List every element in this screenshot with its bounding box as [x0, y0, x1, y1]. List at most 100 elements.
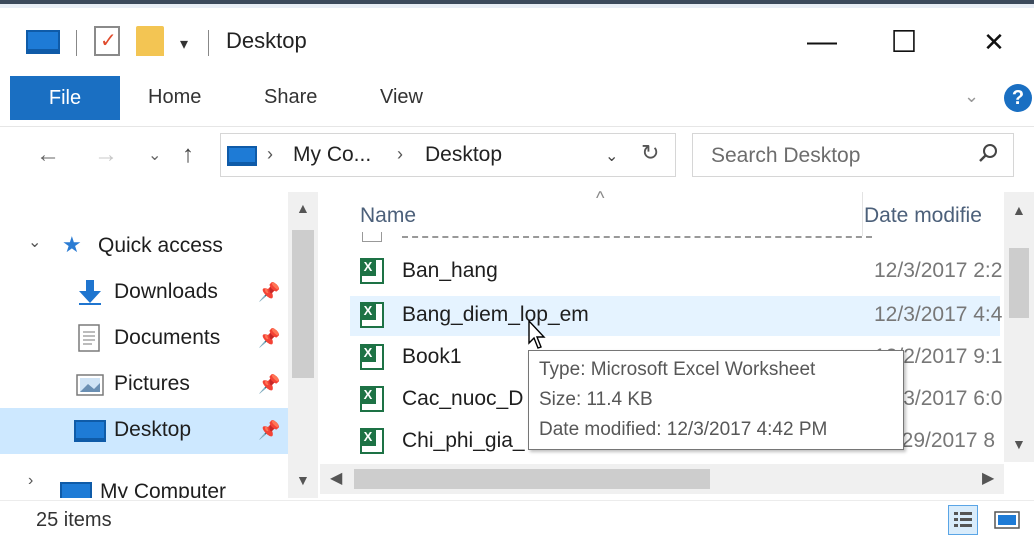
excel-icon [360, 428, 384, 454]
breadcrumb-separator[interactable]: › [397, 144, 403, 165]
nav-item-label: Desktop [114, 418, 192, 441]
scroll-right-arrow-icon[interactable]: ▶ [982, 468, 994, 488]
expand-ribbon-icon[interactable]: ⌄ [964, 86, 979, 107]
nav-item-quick-access[interactable]: ⌄ ★ Quick access [0, 224, 288, 270]
pin-icon[interactable]: 📌 [258, 420, 280, 441]
mouse-cursor-icon [528, 319, 548, 355]
address-dropdown-icon[interactable]: ⌄ [605, 146, 618, 166]
column-headers: ^ Name Date modifie [320, 188, 1034, 236]
breadcrumb-separator[interactable]: › [267, 144, 273, 165]
search-placeholder: Search Desktop [711, 144, 861, 167]
computer-icon [227, 146, 257, 166]
close-button[interactable]: ✕ [964, 22, 1024, 62]
tooltip-date: Date modified: 12/3/2017 4:42 PM [539, 419, 828, 440]
nav-item-pictures[interactable]: Pictures 📌 [0, 362, 288, 408]
tab-file[interactable]: File [10, 76, 120, 120]
navigation-pane: ⌄ ★ Quick access Downloads 📌 Documents 📌… [0, 192, 320, 498]
breadcrumb-my-computer[interactable]: My Co... [293, 143, 371, 167]
help-icon[interactable]: ? [1004, 84, 1032, 112]
scrollbar-thumb[interactable] [292, 230, 314, 378]
address-bar[interactable]: › My Co... › Desktop ⌄ ↻ [220, 133, 676, 177]
excel-icon [360, 258, 384, 284]
file-name: Book1 [402, 345, 462, 368]
table-row[interactable]: Bang_diem_lop_em 12/3/2017 4:4 [350, 296, 1002, 336]
table-row[interactable]: Ban_hang 12/3/2017 2:2 [350, 252, 1002, 292]
new-folder-icon[interactable] [136, 26, 164, 56]
nav-item-my-computer[interactable]: › My Computer [0, 468, 288, 498]
column-header-date[interactable]: Date modifie [864, 204, 982, 228]
toolbar-separator [76, 30, 77, 56]
chevron-down-icon[interactable]: ⌄ [28, 232, 41, 252]
nav-item-label: Quick access [98, 234, 223, 257]
nav-item-desktop[interactable]: Desktop 📌 [0, 408, 288, 454]
scroll-down-arrow-icon[interactable]: ▼ [1012, 436, 1026, 452]
column-header-name[interactable]: Name [360, 204, 416, 228]
scroll-up-arrow-icon[interactable]: ▲ [1012, 202, 1026, 218]
computer-icon[interactable] [26, 30, 60, 54]
toolbar-separator [208, 30, 209, 56]
refresh-icon[interactable]: ↻ [641, 140, 659, 166]
excel-icon [360, 386, 384, 412]
file-date: 12/3/2017 4:4 [874, 303, 1003, 326]
pin-icon[interactable]: 📌 [258, 328, 280, 349]
properties-icon[interactable] [94, 26, 120, 56]
nav-item-documents[interactable]: Documents 📌 [0, 316, 288, 362]
file-list-vertical-scrollbar[interactable]: ▲ ▼ [1004, 192, 1034, 462]
large-icons-view-icon[interactable] [992, 505, 1022, 535]
customize-toolbar-dropdown[interactable]: ▾ [180, 34, 188, 54]
nav-item-label: Pictures [114, 372, 190, 395]
status-bar: 25 items [0, 500, 1034, 538]
file-info-tooltip: Type: Microsoft Excel Worksheet Size: 11… [528, 350, 904, 450]
star-icon: ★ [62, 232, 82, 257]
file-list-horizontal-scrollbar[interactable]: ◀ ▶ [320, 464, 1004, 494]
pin-icon[interactable]: 📌 [258, 282, 280, 303]
scroll-down-arrow-icon[interactable]: ▼ [296, 472, 310, 488]
tooltip-type: Type: Microsoft Excel Worksheet [539, 359, 816, 380]
maximize-button[interactable]: ☐ [874, 22, 934, 62]
excel-icon [360, 302, 384, 328]
file-icon [362, 232, 382, 242]
search-input[interactable]: Search Desktop [692, 133, 1014, 177]
pin-icon[interactable]: 📌 [258, 374, 280, 395]
nav-item-downloads[interactable]: Downloads 📌 [0, 270, 288, 316]
window-top-edge [0, 0, 1034, 8]
details-view-icon[interactable] [948, 505, 978, 535]
document-icon [78, 324, 100, 357]
file-name: Bang_diem_lop_em [402, 303, 589, 326]
navigation-bar: ← → ⌄ ↑ › My Co... › Desktop ⌄ ↻ Search … [0, 126, 1034, 182]
window-title: Desktop [226, 28, 307, 53]
scroll-left-arrow-icon[interactable]: ◀ [330, 468, 342, 488]
nav-item-label: My Computer [100, 480, 227, 498]
minimize-button[interactable]: — [792, 22, 852, 62]
nav-item-label: Documents [114, 326, 221, 349]
file-list: ^ Name Date modifie Ban_hang 12/3/2017 2… [320, 188, 1034, 498]
chevron-right-icon[interactable]: › [28, 472, 33, 490]
file-name: Ban_hang [402, 259, 498, 282]
tab-home[interactable]: Home [148, 86, 201, 109]
item-count: 25 items [36, 509, 112, 531]
tab-view[interactable]: View [380, 86, 423, 109]
file-name-clipped [402, 236, 872, 238]
sort-ascending-icon: ^ [596, 188, 605, 208]
recent-locations-button[interactable]: ⌄ [148, 145, 161, 165]
up-button[interactable]: ↑ [182, 141, 194, 169]
tab-share[interactable]: Share [264, 86, 317, 109]
scroll-up-arrow-icon[interactable]: ▲ [296, 200, 310, 216]
file-date: 12/3/2017 2:2 [874, 259, 1003, 282]
download-icon [76, 278, 104, 311]
ribbon-tabs: File Home Share View ⌄ ? [0, 76, 1034, 120]
column-divider[interactable] [862, 192, 863, 236]
forward-button[interactable]: → [94, 141, 118, 169]
back-button[interactable]: ← [36, 141, 60, 169]
nav-pane-scrollbar[interactable]: ▲ ▼ [288, 192, 318, 498]
title-bar: ▾ Desktop — ☐ ✕ [0, 8, 1034, 74]
breadcrumb-desktop[interactable]: Desktop [425, 143, 502, 167]
scrollbar-thumb[interactable] [1009, 248, 1029, 318]
table-row-partial[interactable] [350, 232, 1000, 244]
computer-icon [60, 482, 92, 498]
excel-icon [360, 344, 384, 370]
tooltip-size: Size: 11.4 KB [539, 389, 653, 410]
file-name: Cac_nuoc_D [402, 387, 524, 410]
search-icon[interactable] [977, 142, 999, 170]
scrollbar-thumb[interactable] [354, 469, 710, 489]
